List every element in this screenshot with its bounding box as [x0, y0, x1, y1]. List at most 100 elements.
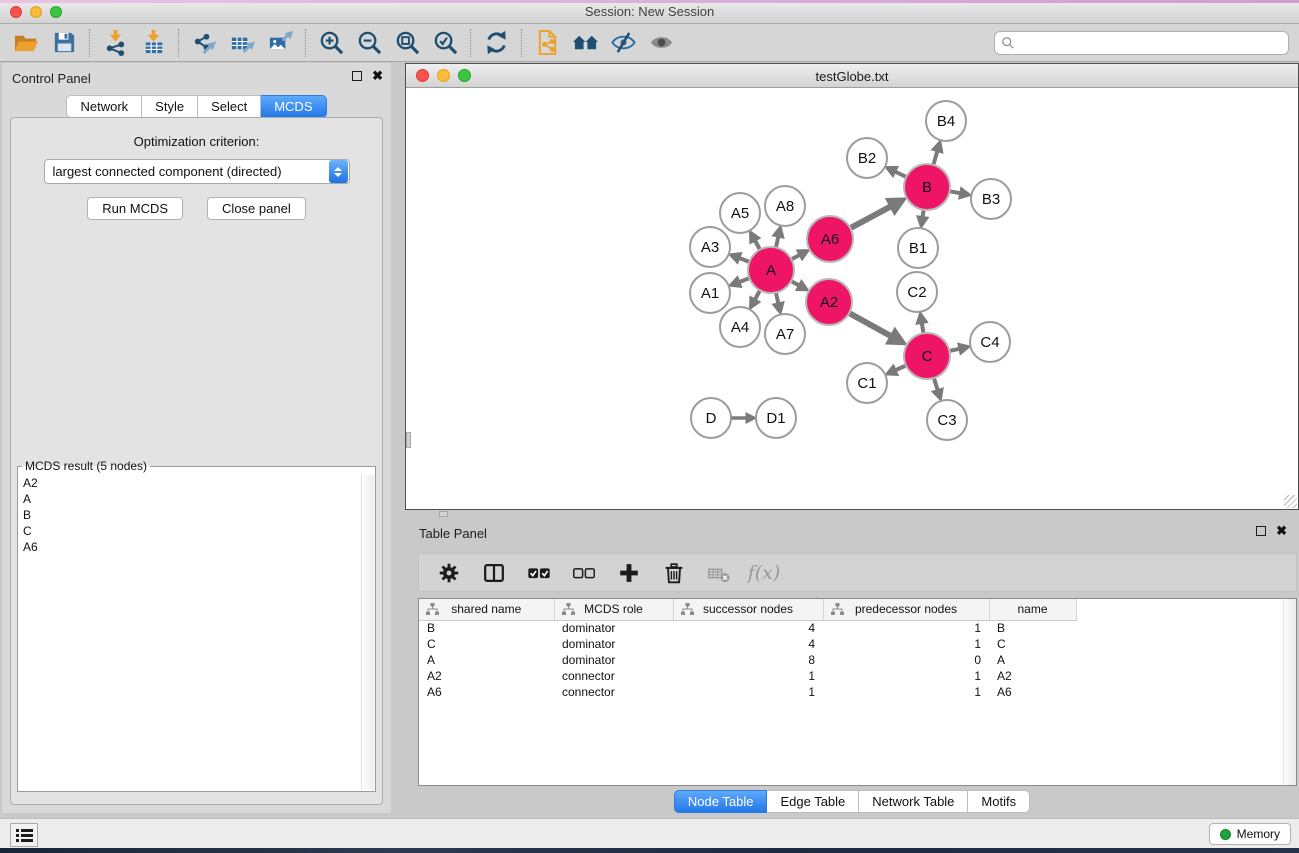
graph-node-A8[interactable]: A8	[765, 186, 805, 226]
show-panel-button[interactable]	[645, 28, 677, 58]
bottom-scrollbar-thumb[interactable]	[439, 511, 448, 517]
optimization-criterion-dropdown[interactable]: largest connected component (directed)	[44, 159, 350, 184]
close-table-panel-icon[interactable]: ✖	[1276, 526, 1287, 536]
search-field[interactable]	[994, 31, 1289, 55]
tab-network[interactable]: Network	[66, 95, 142, 118]
tab-network-table[interactable]: Network Table	[859, 790, 968, 813]
table-cell[interactable]: dominator	[554, 620, 673, 636]
mcds-result-item[interactable]: A	[19, 491, 360, 507]
run-mcds-button[interactable]: Run MCDS	[87, 197, 183, 220]
graph-node-A6[interactable]: A6	[807, 216, 853, 262]
float-panel-icon[interactable]	[352, 71, 362, 81]
network-window-titlebar[interactable]: testGlobe.txt	[406, 64, 1298, 88]
add-column-button[interactable]	[615, 559, 643, 587]
refresh-button[interactable]	[480, 28, 512, 58]
table-cell[interactable]: 0	[823, 652, 989, 668]
import-network-button[interactable]	[99, 28, 131, 58]
task-history-button[interactable]	[10, 823, 38, 847]
tab-node-table[interactable]: Node Table	[674, 790, 768, 813]
column-header-predecessor-nodes[interactable]: predecessor nodes	[823, 599, 989, 620]
mcds-result-item[interactable]: A2	[19, 475, 360, 491]
graph-node-A7[interactable]: A7	[765, 314, 805, 354]
table-row[interactable]: Bdominator41B	[419, 620, 1296, 636]
column-header-shared-name[interactable]: shared name	[419, 599, 554, 620]
select-all-button[interactable]	[525, 559, 553, 587]
graph-node-B2[interactable]: B2	[847, 138, 887, 178]
graph-node-B[interactable]: B	[904, 164, 950, 210]
mcds-result-item[interactable]: B	[19, 507, 360, 523]
table-cell[interactable]: dominator	[554, 636, 673, 652]
graph-node-C3[interactable]: C3	[927, 400, 967, 440]
column-header-MCDS-role[interactable]: MCDS role	[554, 599, 673, 620]
mcds-result-item[interactable]: A6	[19, 539, 360, 555]
table-cell[interactable]: connector	[554, 684, 673, 700]
tab-style[interactable]: Style	[142, 95, 198, 118]
table-cell[interactable]: B	[419, 620, 554, 636]
open-folder-button[interactable]	[10, 28, 42, 58]
table-cell[interactable]: 4	[673, 636, 823, 652]
graph-node-A2[interactable]: A2	[806, 279, 852, 325]
table-cell[interactable]: 1	[673, 668, 823, 684]
graph-node-C1[interactable]: C1	[847, 363, 887, 403]
zoom-selected-button[interactable]	[429, 28, 461, 58]
table-row[interactable]: A2connector11A2	[419, 668, 1296, 684]
table-cell[interactable]: 1	[823, 636, 989, 652]
deselect-all-button[interactable]	[570, 559, 598, 587]
graph-node-A5[interactable]: A5	[720, 193, 760, 233]
graph-node-A3[interactable]: A3	[690, 227, 730, 267]
graph-node-D1[interactable]: D1	[756, 398, 796, 438]
table-cell[interactable]: 1	[823, 668, 989, 684]
table-row[interactable]: Adominator80A	[419, 652, 1296, 668]
graph-node-B3[interactable]: B3	[971, 179, 1011, 219]
tab-mcds[interactable]: MCDS	[261, 95, 326, 118]
graph-node-A4[interactable]: A4	[720, 307, 760, 347]
export-network-button[interactable]	[188, 28, 220, 58]
zoom-out-button[interactable]	[353, 28, 385, 58]
graph-node-B1[interactable]: B1	[898, 228, 938, 268]
graph-node-C4[interactable]: C4	[970, 322, 1010, 362]
search-input[interactable]	[1019, 36, 1282, 50]
table-cell[interactable]: C	[989, 636, 1076, 652]
table-cell[interactable]: 8	[673, 652, 823, 668]
graph-node-B4[interactable]: B4	[926, 101, 966, 141]
save-button[interactable]	[48, 28, 80, 58]
table-row[interactable]: A6connector11A6	[419, 684, 1296, 700]
table-cell[interactable]: A	[419, 652, 554, 668]
table-row[interactable]: Cdominator41C	[419, 636, 1296, 652]
zoom-fit-button[interactable]	[391, 28, 423, 58]
column-header-name[interactable]: name	[989, 599, 1076, 620]
graph-node-A[interactable]: A	[748, 247, 794, 293]
result-scrollbar[interactable]	[361, 475, 374, 790]
table-cell[interactable]: A	[989, 652, 1076, 668]
export-table-button[interactable]	[226, 28, 258, 58]
resize-grip-icon[interactable]	[1284, 495, 1297, 508]
table-cell[interactable]: A2	[989, 668, 1076, 684]
delete-column-button[interactable]	[660, 559, 688, 587]
table-cell[interactable]: 4	[673, 620, 823, 636]
tab-motifs[interactable]: Motifs	[968, 790, 1030, 813]
table-cell[interactable]: 1	[823, 620, 989, 636]
left-scrollbar-thumb[interactable]	[406, 432, 411, 448]
graph-node-C2[interactable]: C2	[897, 272, 937, 312]
graph-node-A1[interactable]: A1	[690, 273, 730, 313]
column-view-button[interactable]	[480, 559, 508, 587]
table-cell[interactable]: 1	[673, 684, 823, 700]
column-header-successor-nodes[interactable]: successor nodes	[673, 599, 823, 620]
table-cell[interactable]: C	[419, 636, 554, 652]
zoom-in-button[interactable]	[315, 28, 347, 58]
table-cell[interactable]: A6	[989, 684, 1076, 700]
table-cell[interactable]: A6	[419, 684, 554, 700]
float-table-panel-icon[interactable]	[1256, 526, 1266, 536]
home-button[interactable]	[569, 28, 601, 58]
mcds-result-list[interactable]: A2ABCA6	[19, 475, 360, 790]
table-cell[interactable]: A2	[419, 668, 554, 684]
table-cell[interactable]: B	[989, 620, 1076, 636]
import-table-button[interactable]	[137, 28, 169, 58]
export-image-button[interactable]	[264, 28, 296, 58]
tab-select[interactable]: Select	[198, 95, 261, 118]
table-scrollbar[interactable]	[1283, 599, 1296, 785]
settings-gear-button[interactable]	[435, 559, 463, 587]
hide-panel-button[interactable]	[607, 28, 639, 58]
close-panel-button[interactable]: Close panel	[207, 197, 306, 220]
close-panel-icon[interactable]: ✖	[372, 71, 383, 81]
